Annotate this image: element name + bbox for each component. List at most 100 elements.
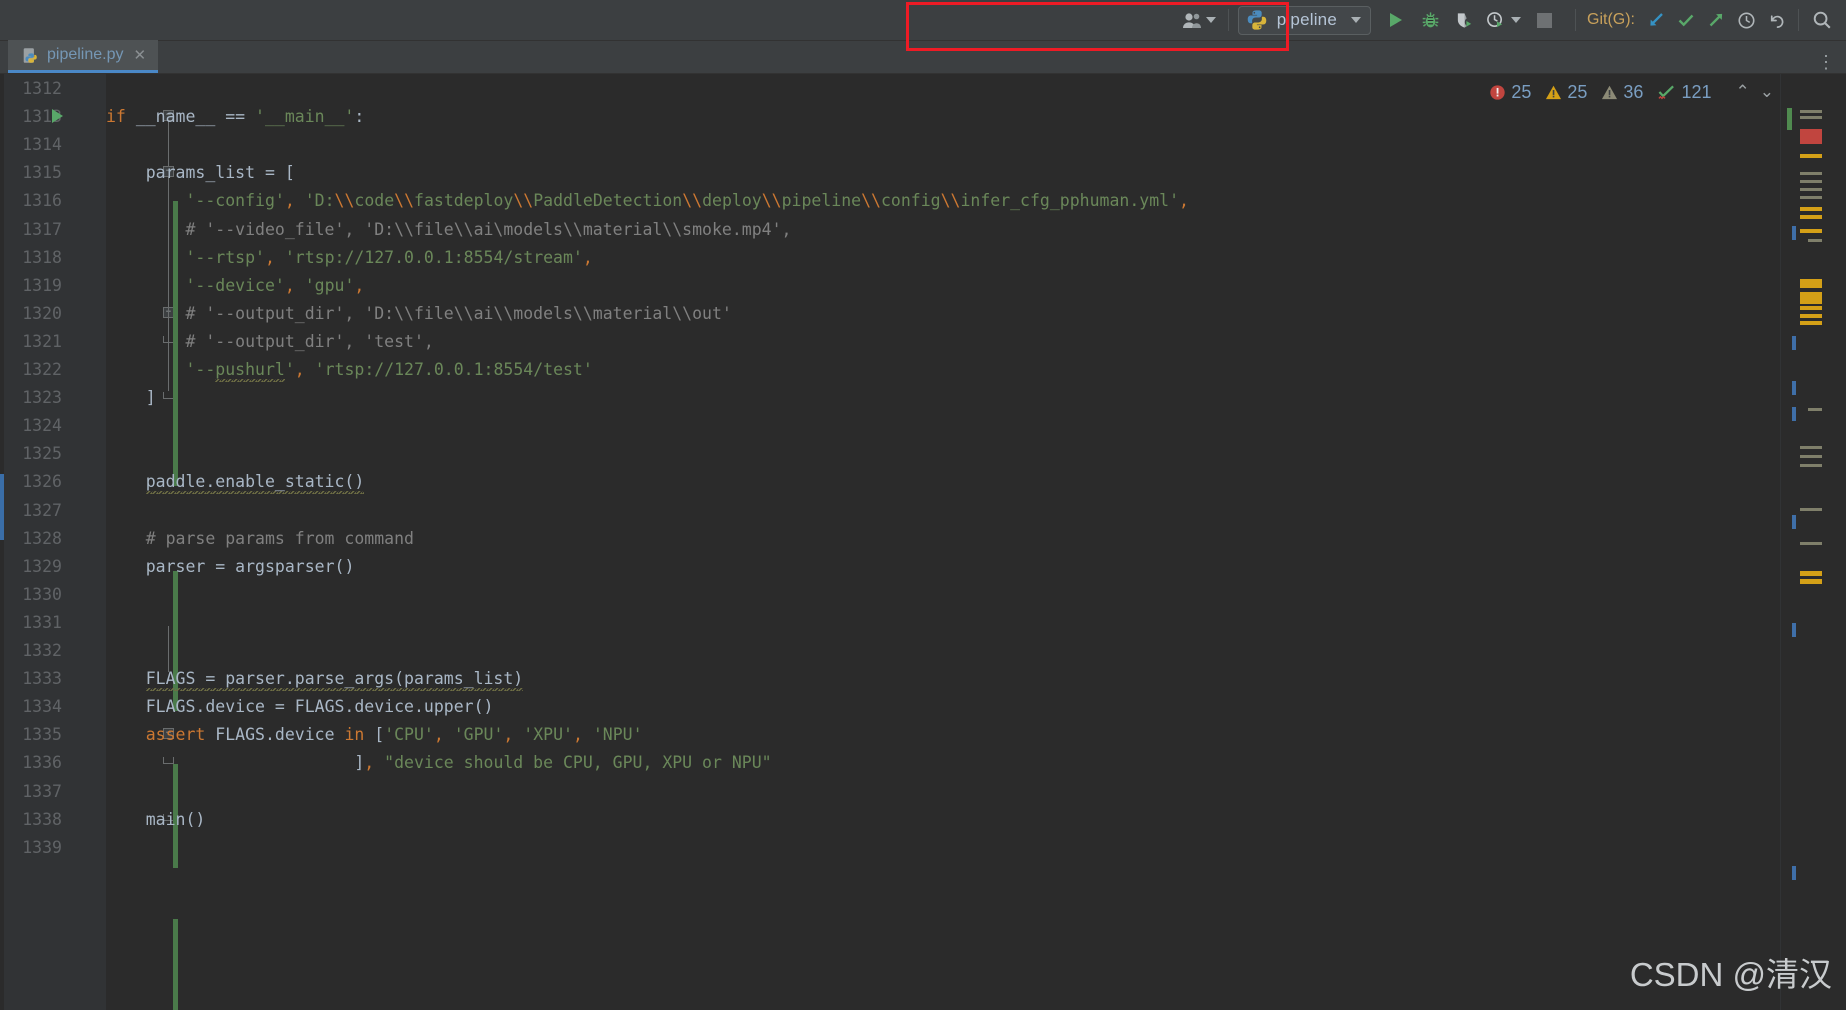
marker-stripe[interactable]	[1800, 542, 1822, 545]
git-rollback-button[interactable]	[1761, 5, 1791, 35]
users-caret-icon	[1205, 17, 1216, 23]
git-update-project-button[interactable]	[1641, 5, 1671, 35]
code-line[interactable]: # '--output_dir', 'D:\\file\\ai\\models\…	[106, 300, 731, 328]
typo-count-item[interactable]: 121	[1657, 82, 1712, 103]
close-icon[interactable]: ✕	[134, 46, 147, 64]
code-line[interactable]: FLAGS.device = FLAGS.device.upper()	[106, 693, 494, 721]
code-line[interactable]: main()	[106, 806, 206, 834]
marker-stripe[interactable]	[1800, 188, 1822, 191]
code-line[interactable]: ], "device should be CPU, GPU, XPU or NP…	[106, 749, 771, 777]
marker-stripe[interactable]	[1808, 408, 1822, 411]
line-number: 1314	[22, 135, 62, 155]
line-number: 1324	[22, 416, 62, 436]
marker-stripe[interactable]	[1808, 239, 1822, 242]
marker-stripe[interactable]	[1800, 116, 1822, 119]
ide-window: pipeline Git(G): pipeline.py ✕ ⋮ 1312 13…	[0, 0, 1846, 1010]
marker-caret-bar[interactable]	[1792, 226, 1796, 240]
marker-stripe[interactable]	[1800, 508, 1822, 511]
line-number: 1339	[22, 837, 62, 857]
search-everywhere-button[interactable]	[1806, 5, 1838, 35]
error-circle-icon	[1489, 84, 1506, 101]
code-line[interactable]: # '--video_file', 'D:\\file\\ai\models\\…	[106, 216, 791, 244]
profile-dropdown-button[interactable]	[1509, 6, 1523, 34]
marker-stripe[interactable]	[1800, 154, 1822, 158]
marker-caret-bar[interactable]	[1792, 866, 1796, 880]
code-editor[interactable]: 1312 1313 1314 1315 1316 1317 1318 1319 1320 1321…	[0, 74, 1846, 1010]
code-line[interactable]: # parse params from command	[106, 525, 414, 553]
marker-stripe[interactable]	[1800, 579, 1822, 584]
tab-options-icon[interactable]: ⋮	[1817, 52, 1846, 73]
toolbar-separator-2	[1575, 9, 1576, 31]
git-label: Git(G):	[1587, 11, 1635, 28]
marker-stripe[interactable]	[1800, 172, 1822, 175]
code-line[interactable]: '--pushurl', 'rtsp://127.0.0.1:8554/test…	[106, 356, 593, 384]
marker-stripe[interactable]	[1800, 180, 1822, 183]
weak-warning-count-item[interactable]: 36	[1601, 82, 1643, 103]
run-configuration-caret-icon	[1351, 17, 1361, 23]
previous-problem-icon[interactable]: ⌃	[1736, 82, 1750, 102]
marker-stripe[interactable]	[1800, 446, 1822, 449]
warning-count: 25	[1567, 81, 1588, 102]
code-line[interactable]: ]	[106, 384, 156, 412]
code-line[interactable]: paddle.enable_static()	[106, 468, 365, 496]
code-line[interactable]: '--rtsp', 'rtsp://127.0.0.1:8554/stream'…	[106, 244, 592, 272]
run-configuration-selector[interactable]: pipeline	[1237, 5, 1371, 35]
run-line-marker-icon[interactable]	[52, 109, 63, 124]
code-line[interactable]: params_list = [	[106, 159, 295, 187]
marker-stripe[interactable]	[1800, 110, 1822, 113]
code-line[interactable]: '--config', 'D:\\code\\fastdeploy\\Paddl…	[106, 187, 1188, 215]
marker-caret-bar[interactable]	[1792, 381, 1796, 395]
line-number: 1321	[22, 331, 62, 351]
inspection-status-widget[interactable]: 25 25 36 121 ⌃ ⌄	[1489, 78, 1774, 106]
marker-stripe[interactable]	[1800, 314, 1822, 318]
marker-stripe[interactable]	[1800, 306, 1822, 310]
code-text-area[interactable]: if __name__ == '__main__': params_list =…	[106, 74, 1780, 1010]
code-line[interactable]: '--device', 'gpu',	[106, 272, 364, 300]
error-count: 25	[1511, 81, 1532, 102]
error-count-item[interactable]: 25	[1489, 82, 1531, 103]
marker-stripe[interactable]	[1800, 571, 1822, 576]
line-number: 1323	[22, 388, 62, 408]
marker-stripe[interactable]	[1800, 455, 1822, 458]
editor-marker-strip[interactable]	[1780, 74, 1846, 1010]
git-commit-button[interactable]	[1671, 5, 1701, 35]
marker-stripe[interactable]	[1800, 196, 1822, 199]
line-number: 1315	[22, 163, 62, 183]
git-push-button[interactable]	[1701, 5, 1731, 35]
marker-stripe[interactable]	[1800, 129, 1822, 144]
tab-pipeline-py[interactable]: pipeline.py ✕	[8, 40, 159, 73]
marker-stripe[interactable]	[1800, 207, 1822, 211]
toolbar-separator-1	[1227, 9, 1229, 31]
stop-square-icon	[1536, 12, 1552, 28]
marker-caret-bar[interactable]	[1792, 407, 1796, 421]
bug-icon	[1421, 11, 1440, 30]
marker-stripe[interactable]	[1787, 108, 1792, 130]
stop-button[interactable]	[1527, 5, 1561, 35]
line-number: 1328	[22, 528, 62, 548]
next-problem-icon[interactable]: ⌄	[1760, 82, 1774, 102]
code-folding-column[interactable]: −−−−	[72, 74, 178, 1010]
marker-caret-bar[interactable]	[1792, 515, 1796, 529]
debug-button[interactable]	[1413, 5, 1447, 35]
marker-stripe[interactable]	[1800, 464, 1822, 467]
warning-count-item[interactable]: 25	[1545, 82, 1587, 103]
profile-button[interactable]	[1481, 5, 1509, 35]
git-history-button[interactable]	[1731, 5, 1761, 35]
run-button[interactable]	[1379, 5, 1413, 35]
code-line[interactable]: parser = argsparser()	[106, 553, 355, 581]
play-icon	[1387, 11, 1405, 29]
marker-stripe[interactable]	[1800, 292, 1822, 304]
python-icon	[1246, 9, 1268, 31]
run-with-coverage-button[interactable]	[1447, 5, 1481, 35]
marker-caret-bar[interactable]	[1792, 336, 1796, 350]
marker-stripe[interactable]	[1800, 321, 1822, 325]
marker-stripe[interactable]	[1800, 279, 1822, 288]
code-line[interactable]: if __name__ == '__main__':	[106, 103, 364, 131]
code-line[interactable]: assert FLAGS.device in ['CPU', 'GPU', 'X…	[106, 721, 643, 749]
marker-caret-bar[interactable]	[1792, 623, 1796, 637]
users-button[interactable]	[1176, 6, 1221, 34]
code-line[interactable]: # '--output_dir', 'test',	[106, 328, 433, 356]
marker-stripe[interactable]	[1800, 229, 1822, 233]
code-line[interactable]: FLAGS = parser.parse_args(params_list)	[106, 665, 524, 693]
marker-stripe[interactable]	[1800, 215, 1822, 219]
